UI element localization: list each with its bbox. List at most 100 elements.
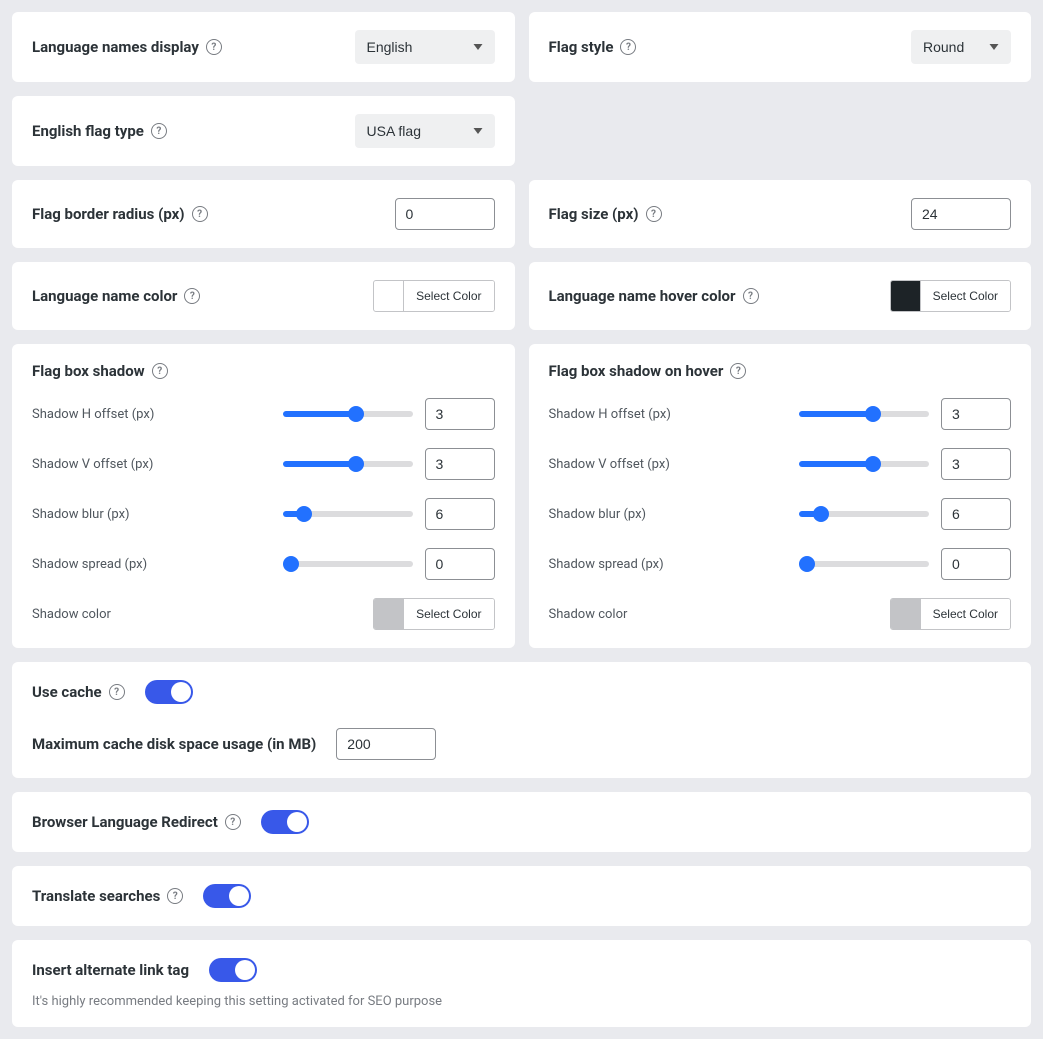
help-icon[interactable]: ? (620, 39, 636, 55)
slider-shadow-spread[interactable] (283, 561, 413, 567)
label-text: Use cache (32, 683, 102, 701)
card-flag-style: Flag style ? Round (529, 12, 1032, 82)
input-max-cache-space[interactable] (336, 728, 436, 760)
label-shadow-blur: Shadow blur (px) (32, 507, 130, 522)
help-icon[interactable]: ? (192, 206, 208, 222)
input-shadow-spread[interactable] (425, 548, 495, 580)
help-icon[interactable]: ? (206, 39, 222, 55)
label-browser-redirect: Browser Language Redirect ? (32, 813, 241, 831)
colorpicker-shadow-color[interactable]: Select Color (373, 598, 494, 630)
label-text: Browser Language Redirect (32, 813, 218, 831)
label-language-name-color: Language name color ? (32, 287, 200, 305)
label-flag-style: Flag style ? (549, 38, 637, 56)
label-flag-size: Flag size (px) ? (549, 205, 662, 223)
label-alt-link-tag: Insert alternate link tag (32, 961, 189, 979)
help-icon[interactable]: ? (109, 684, 125, 700)
color-swatch (374, 281, 404, 311)
input-shadow-blur-hover[interactable] (941, 498, 1011, 530)
help-icon[interactable]: ? (152, 363, 168, 379)
toggle-browser-redirect[interactable] (261, 810, 309, 834)
toggle-alt-link-tag[interactable] (209, 958, 257, 982)
select-color-button[interactable]: Select Color (404, 281, 493, 311)
help-icon[interactable]: ? (184, 288, 200, 304)
card-flag-box-shadow: Flag box shadow ? Shadow H offset (px) S… (12, 344, 515, 648)
label-shadow-h-offset-hover: Shadow H offset (px) (549, 407, 671, 422)
input-shadow-h-offset[interactable] (425, 398, 495, 430)
card-translate-searches: Translate searches ? (12, 866, 1031, 926)
label-shadow-v-offset-hover: Shadow V offset (px) (549, 457, 670, 472)
toggle-translate-searches[interactable] (203, 884, 251, 908)
card-language-name-color: Language name color ? Select Color (12, 262, 515, 330)
label-translate-searches: Translate searches ? (32, 887, 183, 905)
help-icon[interactable]: ? (167, 888, 183, 904)
slider-shadow-blur[interactable] (283, 511, 413, 517)
label-flag-box-shadow: Flag box shadow ? (32, 362, 495, 380)
label-language-name-hover-color: Language name hover color ? (549, 287, 759, 305)
input-flag-size[interactable] (911, 198, 1011, 230)
input-shadow-spread-hover[interactable] (941, 548, 1011, 580)
card-english-flag-type: English flag type ? USA flag (12, 96, 515, 166)
label-text: Insert alternate link tag (32, 961, 189, 979)
label-text: Flag box shadow on hover (549, 362, 724, 380)
color-swatch (891, 599, 921, 629)
slider-shadow-v-offset[interactable] (283, 461, 413, 467)
label-shadow-v-offset: Shadow V offset (px) (32, 457, 153, 472)
label-text: Flag size (px) (549, 205, 639, 223)
select-color-button[interactable]: Select Color (921, 281, 1010, 311)
label-shadow-blur-hover: Shadow blur (px) (549, 507, 647, 522)
label-shadow-spread-hover: Shadow spread (px) (549, 557, 664, 572)
input-shadow-h-offset-hover[interactable] (941, 398, 1011, 430)
label-text: Translate searches (32, 887, 160, 905)
help-icon[interactable]: ? (646, 206, 662, 222)
color-swatch (374, 599, 404, 629)
label-use-cache: Use cache ? (32, 683, 125, 701)
label-shadow-spread: Shadow spread (px) (32, 557, 147, 572)
color-swatch (891, 281, 921, 311)
card-browser-redirect: Browser Language Redirect ? (12, 792, 1031, 852)
help-icon[interactable]: ? (743, 288, 759, 304)
label-english-flag-type: English flag type ? (32, 122, 167, 140)
card-language-name-hover-color: Language name hover color ? Select Color (529, 262, 1032, 330)
select-color-button[interactable]: Select Color (404, 599, 493, 629)
card-language-names-display: Language names display ? English (12, 12, 515, 82)
label-text: Flag box shadow (32, 362, 145, 380)
input-shadow-v-offset-hover[interactable] (941, 448, 1011, 480)
slider-shadow-h-offset-hover[interactable] (799, 411, 929, 417)
label-flag-box-shadow-hover: Flag box shadow on hover ? (549, 362, 1012, 380)
label-text: English flag type (32, 122, 144, 140)
dropdown-english-flag-type[interactable]: USA flag (355, 114, 495, 148)
slider-shadow-spread-hover[interactable] (799, 561, 929, 567)
label-shadow-color: Shadow color (32, 607, 111, 622)
hint-alt-link-tag: It's highly recommended keeping this set… (32, 994, 1011, 1009)
slider-shadow-h-offset[interactable] (283, 411, 413, 417)
card-flag-box-shadow-hover: Flag box shadow on hover ? Shadow H offs… (529, 344, 1032, 648)
slider-shadow-blur-hover[interactable] (799, 511, 929, 517)
help-icon[interactable]: ? (225, 814, 241, 830)
help-icon[interactable]: ? (151, 123, 167, 139)
label-language-names-display: Language names display ? (32, 38, 222, 56)
select-color-button[interactable]: Select Color (921, 599, 1010, 629)
card-alt-link-tag: Insert alternate link tag It's highly re… (12, 940, 1031, 1027)
input-flag-border-radius[interactable] (395, 198, 495, 230)
label-shadow-h-offset: Shadow H offset (px) (32, 407, 154, 422)
label-text: Flag style (549, 38, 614, 56)
label-text: Language name color (32, 287, 177, 305)
label-max-cache-space: Maximum cache disk space usage (in MB) (32, 735, 316, 753)
help-icon[interactable]: ? (730, 363, 746, 379)
input-shadow-v-offset[interactable] (425, 448, 495, 480)
label-text: Maximum cache disk space usage (in MB) (32, 735, 316, 753)
colorpicker-language-name-color[interactable]: Select Color (373, 280, 494, 312)
toggle-use-cache[interactable] (145, 680, 193, 704)
dropdown-flag-style[interactable]: Round (911, 30, 1011, 64)
card-flag-border-radius: Flag border radius (px) ? (12, 180, 515, 248)
dropdown-language-names-display[interactable]: English (355, 30, 495, 64)
card-flag-size: Flag size (px) ? (529, 180, 1032, 248)
colorpicker-language-name-hover-color[interactable]: Select Color (890, 280, 1011, 312)
card-cache: Use cache ? Maximum cache disk space usa… (12, 662, 1031, 778)
label-shadow-color-hover: Shadow color (549, 607, 628, 622)
colorpicker-shadow-color-hover[interactable]: Select Color (890, 598, 1011, 630)
label-text: Flag border radius (px) (32, 205, 185, 223)
input-shadow-blur[interactable] (425, 498, 495, 530)
label-flag-border-radius: Flag border radius (px) ? (32, 205, 208, 223)
slider-shadow-v-offset-hover[interactable] (799, 461, 929, 467)
